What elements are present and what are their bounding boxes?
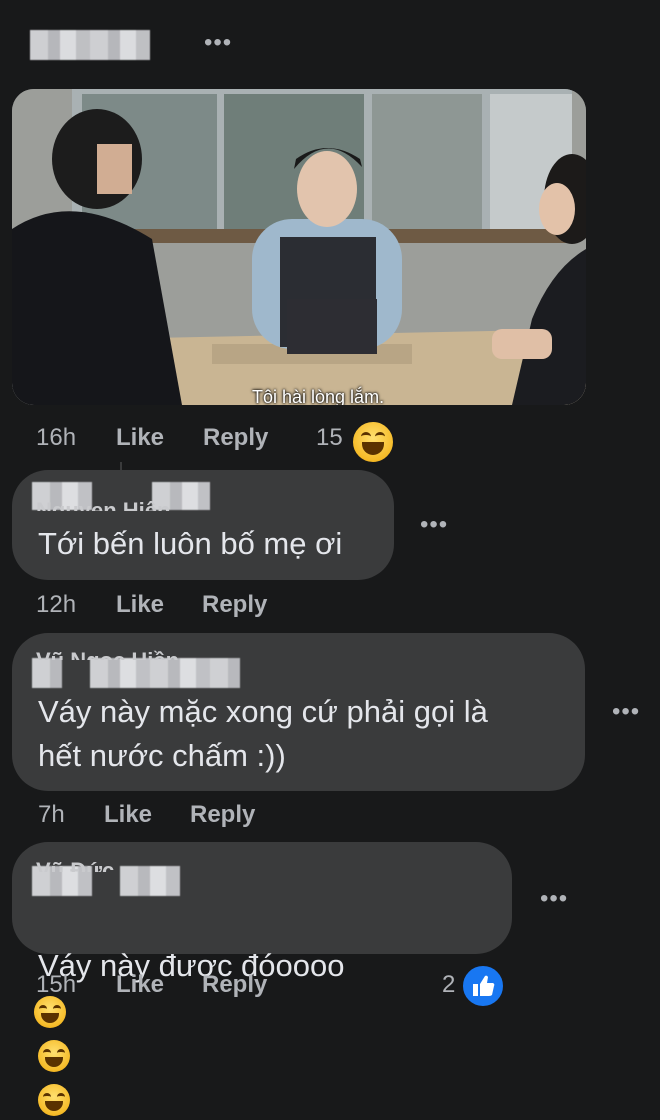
comment-text-content: Váy này được đóoooo xyxy=(38,948,345,983)
reply-label[interactable]: Reply xyxy=(202,591,267,618)
post-actions: 16h xyxy=(36,423,76,453)
comment-more-options-icon[interactable]: ••• xyxy=(420,513,448,537)
comment-like-link[interactable]: Like xyxy=(116,590,164,620)
laughing-emoji-icon xyxy=(38,1039,70,1072)
like-label[interactable]: Like xyxy=(116,971,164,998)
post-reply-link[interactable]: Reply xyxy=(203,423,268,453)
top-more-options-icon[interactable]: ••• xyxy=(204,31,232,55)
office-scene-image xyxy=(12,89,586,405)
laughing-emoji-icon xyxy=(38,1083,70,1116)
comment-reply-link[interactable]: Reply xyxy=(202,970,267,1000)
comment-time[interactable]: 15h xyxy=(36,970,76,1000)
comment-more-options-icon[interactable]: ••• xyxy=(612,700,640,724)
comment-reply-link[interactable]: Reply xyxy=(190,800,255,830)
like-label[interactable]: Like xyxy=(116,591,164,618)
haha-emoji-icon[interactable] xyxy=(351,420,395,464)
comment-author[interactable]: Vũ Đức xyxy=(36,858,114,872)
comment-author[interactable]: Nguyen Hiên xyxy=(36,497,170,511)
laughing-emoji-icon xyxy=(34,995,66,1028)
reaction-count: 15 xyxy=(316,424,343,451)
comment-reply-link[interactable]: Reply xyxy=(202,590,267,620)
comment-author-redacted[interactable] xyxy=(90,658,240,688)
comment-author[interactable]: Vũ Ngọc Hiền xyxy=(36,648,179,660)
reply-label[interactable]: Reply xyxy=(203,424,268,451)
like-label[interactable]: Like xyxy=(104,801,152,828)
video-still[interactable]: Tôi hài lòng lắm. xyxy=(12,89,586,405)
post-like-link[interactable]: Like xyxy=(116,423,164,453)
reply-label[interactable]: Reply xyxy=(190,801,255,828)
comment-more-options-icon[interactable]: ••• xyxy=(540,887,568,911)
post-time[interactable]: 16h xyxy=(36,424,76,451)
post-reaction-count[interactable]: 15 xyxy=(316,423,343,453)
like-thumb-icon[interactable] xyxy=(461,964,505,1008)
comment-time[interactable]: 7h xyxy=(38,800,65,830)
comment-author-redacted[interactable] xyxy=(120,866,180,896)
top-author-name-redacted[interactable] xyxy=(30,30,150,60)
comment-text: Tới bến luôn bố mẹ ơi xyxy=(38,526,343,561)
comment-like-link[interactable]: Like xyxy=(104,800,152,830)
comment-like-link[interactable]: Like xyxy=(116,970,164,1000)
like-label[interactable]: Like xyxy=(116,424,164,451)
comment-text: Váy này mặc xong cứ phải gọi là hết nước… xyxy=(38,694,488,773)
comment-text: Váy này được đóoooo xyxy=(34,900,345,1120)
video-subtitle: Tôi hài lòng lắm. xyxy=(252,387,385,405)
comment-reaction-count[interactable]: 2 xyxy=(442,970,455,1000)
comment-time[interactable]: 12h xyxy=(36,590,76,620)
comment-author-redacted[interactable] xyxy=(32,658,62,688)
reply-label[interactable]: Reply xyxy=(202,971,267,998)
